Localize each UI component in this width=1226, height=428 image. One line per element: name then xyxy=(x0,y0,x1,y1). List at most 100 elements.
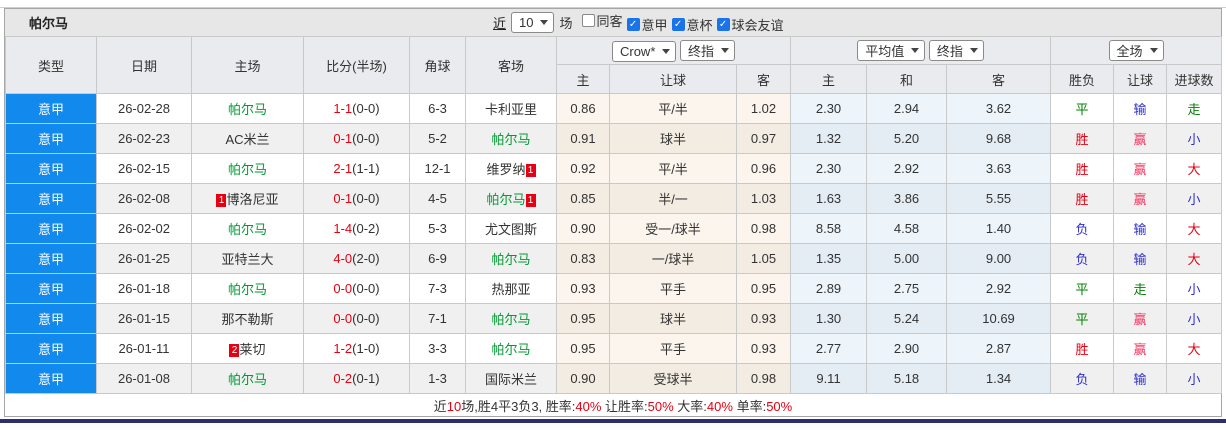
avg-away-odds-cell: 1.40 xyxy=(946,213,1052,244)
chevron-down-icon xyxy=(662,48,671,54)
half-time-score: (0-2) xyxy=(352,221,380,236)
goals-result-cell: 小 xyxy=(1166,303,1223,334)
score-cell: 1-2(1-0) xyxy=(303,333,410,364)
goals-result-cell: 大 xyxy=(1166,153,1223,184)
summary-stats-text: 近10场,胜4平3负3, 胜率:40% 让胜率:50% 大率:40% 单率:50… xyxy=(434,396,792,415)
handicap-line-cell: 球半 xyxy=(609,123,737,154)
corner-cell: 7-3 xyxy=(409,273,466,304)
handicap-line-cell: 平/半 xyxy=(609,93,737,124)
team-name: 维罗纳 xyxy=(486,162,526,177)
handicap-away-odds-cell: 0.97 xyxy=(735,123,792,154)
checkbox-label: 意杯 xyxy=(686,18,713,34)
team-name: AC米兰 xyxy=(225,132,270,147)
recent-link[interactable]: 近 xyxy=(493,13,506,32)
home-team-cell: 帕尔马 xyxy=(191,363,304,394)
top-strip xyxy=(0,0,1226,8)
handicap-home-odds-cell: 0.93 xyxy=(556,273,610,304)
avg-away-odds-cell: 3.62 xyxy=(946,93,1052,124)
avg-draw-odds-cell: 5.20 xyxy=(866,123,948,154)
filter-checkbox[interactable]: 同客 xyxy=(581,11,623,30)
handicap-away-odds-cell: 0.98 xyxy=(735,363,792,394)
filter-checkbox[interactable]: 意杯 xyxy=(671,15,713,34)
red-number-badge: 1 xyxy=(216,194,227,207)
away-team-cell: 维罗纳 1 xyxy=(465,153,557,184)
handicap-home-odds-cell: 0.86 xyxy=(556,93,610,124)
handicap-away-odds-cell: 0.98 xyxy=(735,213,792,244)
handicap-result-cell: 赢 xyxy=(1113,333,1168,364)
filter-checkbox[interactable]: 意甲 xyxy=(626,15,668,34)
col-header-home: 主场 xyxy=(191,36,304,94)
goals-result-cell: 小 xyxy=(1166,183,1223,214)
handicap-home-odds-cell: 0.90 xyxy=(556,363,610,394)
score-cell: 2-1(1-1) xyxy=(303,153,410,184)
team-name: 帕尔马 xyxy=(227,372,267,387)
corner-cell: 1-3 xyxy=(409,363,466,394)
recent-count-dropdown[interactable]: 10 xyxy=(511,12,555,33)
match-row: 意甲 26-01-25 亚特兰大 4-0(2-0) 6-9 帕尔马 0.83 一/球半 1.05… xyxy=(5,243,1223,274)
away-team-cell: 帕尔马 xyxy=(465,303,557,334)
checkbox-checked-icon[interactable] xyxy=(716,18,730,32)
half-time-score: (1-0) xyxy=(352,341,380,356)
handicap-line-cell: 一/球半 xyxy=(609,243,737,274)
full-time-score: 1-4 xyxy=(333,221,353,236)
team-name: 那不勒斯 xyxy=(221,312,274,327)
league-cell: 意甲 xyxy=(5,303,97,334)
result-cell: 平 xyxy=(1050,303,1115,334)
match-stats-panel: 帕尔马 近 10 场 同客意甲意杯球会友谊 类型 日期 主场 比分(半场) xyxy=(4,8,1223,417)
handicap-home-odds-cell: 0.95 xyxy=(556,303,610,334)
match-row: 意甲 26-02-23 AC米兰 0-1(0-0) 5-2 帕尔马 0.91 球半 0.97 1.… xyxy=(5,123,1223,154)
result-cell: 胜 xyxy=(1050,123,1115,154)
col-header-handicap-home: 主 xyxy=(556,64,610,94)
checkbox-unchecked-icon[interactable] xyxy=(581,13,595,27)
bookmaker-dropdown[interactable]: Crow* xyxy=(611,40,677,62)
footer-segment: 50% xyxy=(647,398,674,414)
avg-home-odds-cell: 2.30 xyxy=(790,93,868,124)
handicap-time-dropdown-value: 终指 xyxy=(688,43,715,59)
score-cell: 1-1(0-0) xyxy=(303,93,410,124)
red-number-badge: 2 xyxy=(229,344,240,357)
checkbox-checked-icon[interactable] xyxy=(626,18,640,32)
chevron-down-icon xyxy=(540,20,549,25)
team-name: 国际米兰 xyxy=(484,372,537,387)
filter-checkbox[interactable]: 球会友谊 xyxy=(716,15,784,34)
date-cell: 26-01-11 xyxy=(96,333,192,364)
footer-segment: 让胜率: xyxy=(601,398,648,414)
handicap-away-odds-cell: 1.03 xyxy=(735,183,792,214)
avg-home-odds-cell: 2.77 xyxy=(790,333,868,364)
period-dropdown[interactable]: 全场 xyxy=(1108,40,1164,61)
avg-home-odds-cell: 9.11 xyxy=(790,363,868,394)
league-cell: 意甲 xyxy=(5,273,97,304)
average-dropdown[interactable]: 平均值 xyxy=(857,40,926,61)
date-cell: 26-02-23 xyxy=(96,123,192,154)
avg-draw-odds-cell: 2.75 xyxy=(866,273,948,304)
red-number-badge: 1 xyxy=(525,194,536,207)
full-time-score: 0-0 xyxy=(333,311,353,326)
score-cell: 0-0(0-0) xyxy=(303,273,410,304)
team-name: 博洛尼亚 xyxy=(226,192,279,207)
handicap-line-cell: 平手 xyxy=(609,333,737,364)
half-time-score: (0-0) xyxy=(352,311,380,326)
checkbox-checked-icon[interactable] xyxy=(671,18,685,32)
handicap-result-cell: 输 xyxy=(1113,243,1168,274)
col-header-type: 类型 xyxy=(5,36,97,94)
handicap-odds-group-header: Crow* 终指 xyxy=(555,36,792,65)
team-name: 帕尔马 xyxy=(491,252,531,267)
half-time-score: (1-1) xyxy=(352,161,380,176)
col-header-avg-draw: 和 xyxy=(866,64,948,94)
europe-time-dropdown[interactable]: 终指 xyxy=(928,40,984,61)
col-header-result: 胜负 xyxy=(1050,64,1115,94)
date-cell: 26-01-15 xyxy=(96,303,192,334)
half-time-score: (0-1) xyxy=(352,371,380,386)
handicap-time-dropdown[interactable]: 终指 xyxy=(680,39,736,61)
handicap-result-cell: 输 xyxy=(1113,363,1168,394)
goals-result-cell: 走 xyxy=(1166,93,1223,124)
handicap-away-odds-cell: 1.05 xyxy=(735,243,792,274)
away-team-cell: 尤文图斯 xyxy=(465,213,557,244)
col-header-corner: 角球 xyxy=(409,36,466,94)
checkbox-label: 球会友谊 xyxy=(731,18,784,34)
avg-away-odds-cell: 2.92 xyxy=(946,273,1052,304)
goals-result-cell: 小 xyxy=(1166,363,1223,394)
handicap-home-odds-cell: 0.90 xyxy=(556,213,610,244)
footer-segment: 场,胜4平3负3, 胜率: xyxy=(461,398,576,414)
goals-result-cell: 大 xyxy=(1166,333,1223,364)
